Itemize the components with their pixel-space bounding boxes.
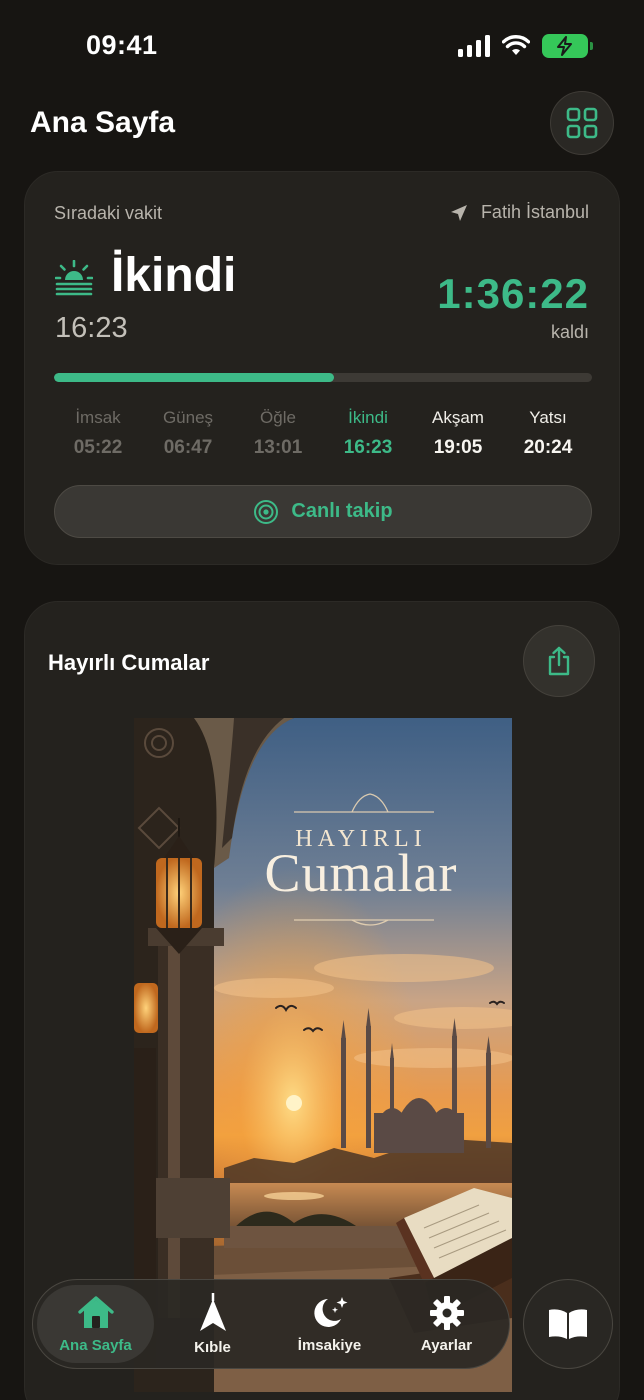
tab-bar: Ana Sayfa Kıble İmsakiye Ayarlar (32, 1279, 510, 1369)
prayer-time-name: Akşam (432, 408, 484, 427)
remaining-label: kaldı (550, 322, 589, 342)
prayer-time-ogle: Öğle 13:01 (233, 408, 323, 459)
tab-imsakiye[interactable]: İmsakiye (271, 1285, 388, 1363)
status-icons (458, 34, 593, 58)
prayer-time-name: Öğle (260, 408, 296, 427)
status-time: 09:41 (86, 30, 158, 60)
location-button[interactable]: Fatih İstanbul (449, 202, 589, 223)
tab-label: Ayarlar (420, 1336, 473, 1354)
prayer-time-yatsi: Yatsı 20:24 (503, 408, 593, 459)
live-tracking-label: Canlı takip (291, 500, 393, 522)
home-icon (77, 1295, 114, 1328)
current-prayer-time: 16:23 (55, 312, 128, 344)
crescent-moon-icon (313, 1296, 347, 1327)
prayer-time-value: 13:01 (253, 437, 303, 458)
location-arrow-icon (450, 204, 467, 221)
gear-icon (429, 1295, 464, 1330)
prayer-progress-bar (54, 373, 592, 382)
prayer-time-value: 20:24 (523, 437, 573, 458)
status-bar: 09:41 (0, 0, 644, 96)
prayer-progress-fill (54, 373, 334, 382)
prayer-time-value: 19:05 (433, 437, 483, 458)
tab-label: İmsakiye (297, 1336, 362, 1354)
share-icon (548, 646, 570, 676)
prayer-times-row: İmsak 05:22 Güneş 06:47 Öğle 13:01 İkind… (53, 408, 593, 459)
live-target-icon (254, 499, 279, 524)
prayer-time-name: Güneş (162, 408, 214, 427)
grid-icon (566, 107, 598, 139)
tab-kible[interactable]: Kıble (154, 1285, 271, 1363)
compass-arrow-icon (199, 1292, 226, 1331)
countdown-timer: 1:36:22 (437, 270, 589, 317)
prayer-time-value: 05:22 (73, 437, 123, 458)
location-text: Fatih İstanbul (480, 202, 589, 222)
prayer-time-name: İmsak (75, 408, 121, 427)
open-book-icon (549, 1309, 587, 1339)
prayer-time-ikindi: İkindi 16:23 (323, 408, 413, 459)
next-prayer-label: Sıradaki vakit (54, 203, 163, 223)
live-tracking-button[interactable]: Canlı takip (54, 485, 592, 538)
quran-button[interactable] (523, 1279, 613, 1369)
cellular-signal-icon (458, 35, 490, 57)
tab-label: Ana Sayfa (59, 1336, 132, 1354)
poster-line-2: Cumalar (264, 843, 458, 903)
friday-card-title: Hayırlı Cumalar (48, 650, 210, 675)
prayer-time-name: İkindi (348, 408, 388, 427)
page-title: Ana Sayfa (30, 106, 176, 139)
next-prayer-card: Sıradaki vakit Fatih İstanbul İkindi 16:… (24, 171, 620, 565)
prayer-time-imsak: İmsak 05:22 (53, 408, 143, 459)
tab-ana-sayfa[interactable]: Ana Sayfa (37, 1285, 154, 1363)
prayer-time-value: 16:23 (343, 437, 393, 458)
prayer-time-aksam: Akşam 19:05 (413, 408, 503, 459)
sunset-icon (55, 260, 93, 296)
prayer-time-gunes: Güneş 06:47 (143, 408, 233, 459)
tab-label: Kıble (194, 1338, 231, 1356)
current-prayer-name: İkindi (111, 249, 237, 302)
prayer-time-value: 06:47 (163, 437, 213, 458)
grid-menu-button[interactable] (550, 91, 614, 155)
wifi-icon (502, 35, 530, 55)
tab-ayarlar[interactable]: Ayarlar (388, 1285, 505, 1363)
prayer-time-name: Yatsı (529, 408, 567, 427)
share-button[interactable] (523, 625, 595, 697)
battery-charging-icon (542, 34, 593, 58)
